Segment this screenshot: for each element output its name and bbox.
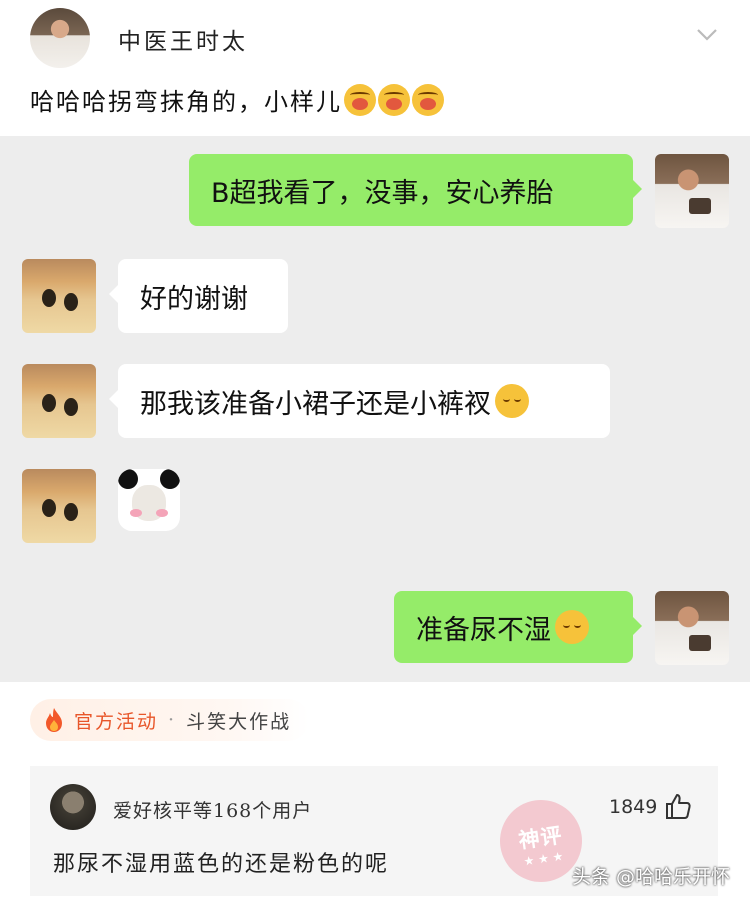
chat-screenshot[interactable]: B超我看了，没事，安心养胎 好的谢谢 那我该准备小裙子还是小裤衩 准备尿不湿 (0, 136, 750, 682)
author-name[interactable]: 中医王时太 (118, 22, 248, 56)
post-header: 中医王时太 哈哈哈拐弯抹角的，小样儿 (0, 0, 750, 135)
chat-message-text: B超我看了，没事，安心养胎 (211, 177, 554, 209)
drooling-face-icon (344, 83, 376, 116)
post-text: 哈哈哈拐弯抹角的，小样儿 (30, 82, 444, 117)
chat-avatar-other (22, 364, 96, 438)
chat-bubble-left: 好的谢谢 (109, 259, 288, 333)
chat-avatar-other (22, 469, 96, 543)
flame-icon (46, 708, 62, 732)
chat-message-text: 准备尿不湿 (416, 614, 551, 646)
post-text-content: 哈哈哈拐弯抹角的，小样儿 (30, 88, 342, 116)
drooling-face-icon (412, 83, 444, 116)
activity-separator: · (168, 709, 177, 731)
sticker-blush (156, 509, 168, 517)
sticker-blush (130, 509, 142, 517)
chat-avatar-me (655, 154, 729, 228)
chat-bubble-right: 准备尿不湿 (394, 591, 642, 663)
commenter-avatar[interactable] (50, 784, 96, 830)
chat-message-text: 好的谢谢 (140, 283, 248, 315)
author-avatar[interactable] (30, 8, 90, 68)
commenter-names[interactable]: 爱好核平等168个用户 (113, 796, 312, 823)
chat-avatar-other (22, 259, 96, 333)
activity-label: 官方活动 (74, 710, 159, 733)
chat-message-text: 那我该准备小裙子还是小裤衩 (140, 388, 491, 420)
like-count: 1849 (609, 796, 658, 818)
drooling-face-icon (378, 83, 410, 116)
activity-tag[interactable]: 官方活动 · 斗笑大作战 (30, 699, 310, 741)
source-watermark: 头条 @哈哈乐开怀 (572, 866, 731, 888)
smiling-closed-eyes-icon (495, 384, 529, 418)
activity-name: 斗笑大作战 (186, 710, 292, 733)
chevron-down-icon[interactable] (696, 28, 718, 42)
panda-face-sticker (118, 469, 180, 531)
chat-bubble-left: 那我该准备小裙子还是小裤衩 (109, 364, 610, 438)
chat-bubble-right: B超我看了，没事，安心养胎 (189, 154, 642, 226)
comment-text: 那尿不湿用蓝色的还是粉色的呢 (53, 852, 390, 877)
eye-roll-icon (555, 610, 589, 644)
chat-avatar-me (655, 591, 729, 665)
thumbs-up-icon[interactable] (664, 792, 692, 820)
